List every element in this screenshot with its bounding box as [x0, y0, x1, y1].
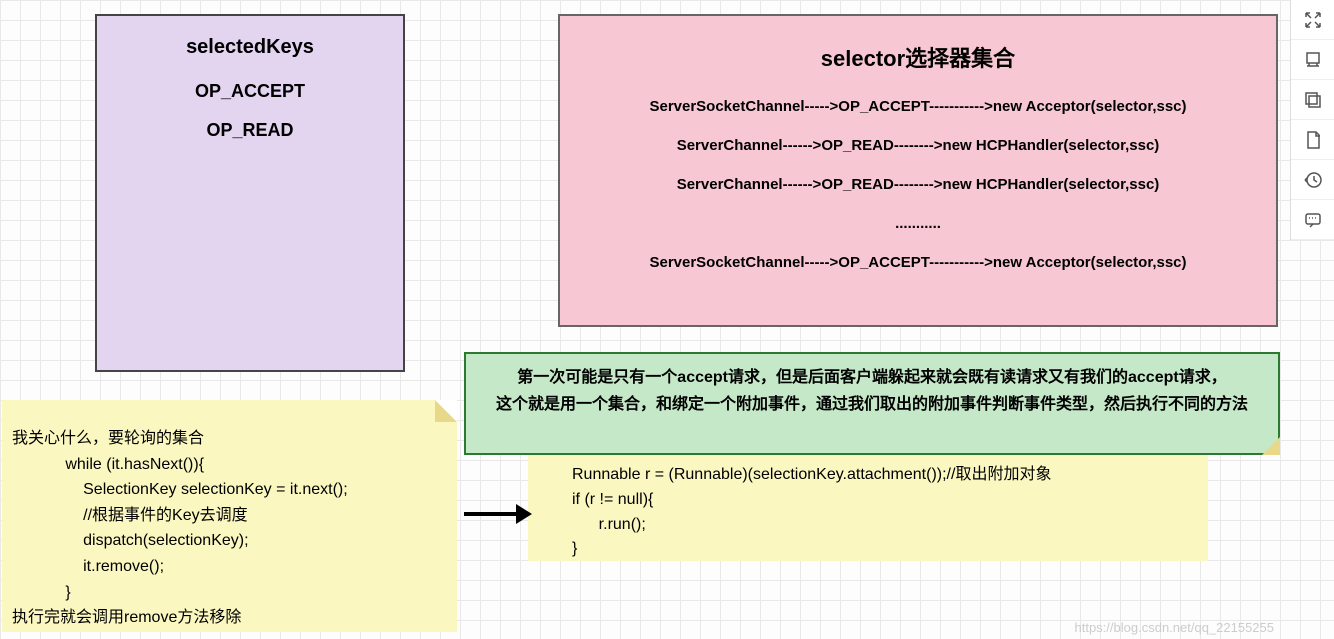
copy-icon	[1303, 90, 1323, 110]
note-fold-icon	[435, 400, 457, 422]
selected-keys-box: selectedKeys OP_ACCEPT OP_READ	[95, 14, 405, 372]
copy-button[interactable]	[1291, 80, 1334, 120]
pink-title: selector选择器集合	[560, 41, 1276, 73]
code-block: Runnable r = (Runnable)(selectionKey.att…	[572, 463, 1198, 562]
page-icon	[1303, 130, 1323, 150]
history-icon	[1303, 170, 1323, 190]
expand-button[interactable]	[1291, 0, 1334, 40]
pink-row: ServerSocketChannel----->OP_ACCEPT------…	[560, 98, 1276, 115]
box-title: selectedKeys	[97, 36, 403, 59]
code-note-left: 我关心什么，要轮询的集合 while (it.hasNext()){ Selec…	[2, 400, 457, 632]
note-fold-icon	[1262, 437, 1280, 455]
layers-icon	[1303, 50, 1323, 70]
pink-row: ...........	[560, 215, 1276, 232]
page-button[interactable]	[1291, 120, 1334, 160]
green-line-1: 第一次可能是只有一个accept请求，但是后面客户端躲起来就会既有读请求又有我们…	[474, 364, 1270, 391]
explanation-box: 第一次可能是只有一个accept请求，但是后面客户端躲起来就会既有读请求又有我们…	[464, 352, 1280, 455]
code-note-right: Runnable r = (Runnable)(selectionKey.att…	[528, 445, 1208, 561]
side-toolbar	[1290, 0, 1334, 240]
pink-row: ServerChannel------>OP_READ-------->new …	[560, 137, 1276, 154]
green-line-2: 这个就是用一个集合，和绑定一个附加事件，通过我们取出的附加事件判断事件类型，然后…	[474, 391, 1270, 418]
selector-collection-box: selector选择器集合 ServerSocketChannel----->O…	[558, 14, 1278, 327]
op-accept-label: OP_ACCEPT	[97, 81, 403, 102]
op-read-label: OP_READ	[97, 120, 403, 141]
history-button[interactable]	[1291, 160, 1334, 200]
watermark-text: https://blog.csdn.net/qq_22155255	[1075, 620, 1275, 635]
pink-row: ServerChannel------>OP_READ-------->new …	[560, 176, 1276, 193]
code-block: 我关心什么，要轮询的集合 while (it.hasNext()){ Selec…	[12, 426, 447, 631]
comment-button[interactable]	[1291, 200, 1334, 240]
layers-button[interactable]	[1291, 40, 1334, 80]
comment-icon	[1303, 210, 1323, 230]
pink-row: ServerSocketChannel----->OP_ACCEPT------…	[560, 254, 1276, 271]
expand-icon	[1303, 10, 1323, 30]
